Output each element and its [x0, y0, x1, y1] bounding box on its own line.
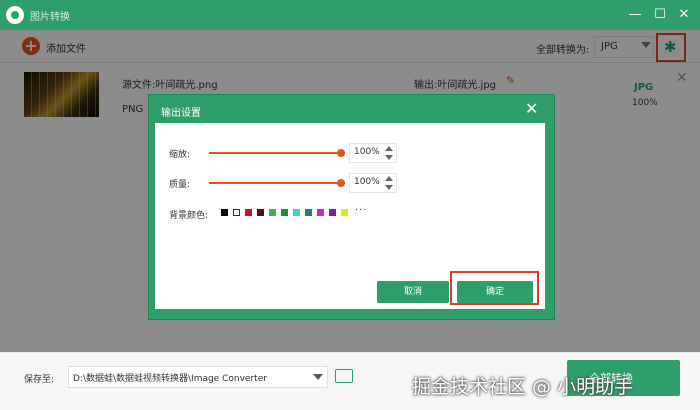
scale-stepper[interactable]: 100%: [349, 143, 397, 163]
watermark: 掘金技术社区 @ 小明助手: [412, 376, 634, 398]
decrement-icon[interactable]: [385, 185, 393, 190]
app-title: 图片转换: [30, 12, 70, 23]
folder-icon[interactable]: [335, 369, 353, 383]
more-colors-button[interactable]: ···: [355, 205, 368, 216]
color-swatch[interactable]: [221, 209, 228, 216]
minimize-icon[interactable]: —: [626, 6, 644, 24]
color-swatch[interactable]: [341, 209, 348, 216]
quality-stepper[interactable]: 100%: [349, 173, 397, 193]
quality-slider-handle[interactable]: [337, 179, 345, 187]
scale-slider-handle[interactable]: [337, 149, 345, 157]
chevron-down-icon: [313, 374, 323, 380]
color-swatch-row: ···: [221, 205, 381, 219]
color-swatch[interactable]: [269, 209, 276, 216]
quality-label: 质量:: [169, 180, 191, 190]
title-bar: [0, 0, 700, 30]
color-swatch[interactable]: [245, 209, 252, 216]
dialog-title: 输出设置: [161, 108, 201, 119]
quality-slider[interactable]: [209, 182, 341, 184]
scale-value: 100%: [354, 147, 380, 157]
color-swatch[interactable]: [293, 209, 300, 216]
decrement-icon[interactable]: [385, 155, 393, 160]
ok-button-highlight: [450, 271, 539, 305]
scale-label: 缩放:: [169, 150, 191, 160]
color-swatch[interactable]: [233, 209, 240, 216]
increment-icon[interactable]: [385, 176, 393, 181]
color-swatch[interactable]: [329, 209, 336, 216]
save-to-label: 保存至:: [24, 375, 55, 385]
maximize-icon[interactable]: ☐: [651, 6, 669, 24]
app-logo-icon: [6, 6, 24, 24]
save-path-select[interactable]: D:\数据蛙\数据蛙视频转换器\Image Converter: [68, 366, 328, 388]
scale-slider[interactable]: [209, 152, 341, 154]
color-swatch[interactable]: [317, 209, 324, 216]
color-swatch[interactable]: [281, 209, 288, 216]
cancel-button[interactable]: 取消: [377, 281, 449, 303]
save-path-value: D:\数据蛙\数据蛙视频转换器\Image Converter: [73, 374, 267, 384]
quality-value: 100%: [354, 177, 380, 187]
background-color-label: 背景颜色:: [169, 211, 209, 221]
color-swatch[interactable]: [305, 209, 312, 216]
increment-icon[interactable]: [385, 146, 393, 151]
close-window-icon[interactable]: ✕: [675, 6, 693, 24]
close-icon[interactable]: ✕: [525, 99, 538, 118]
color-swatch[interactable]: [257, 209, 264, 216]
